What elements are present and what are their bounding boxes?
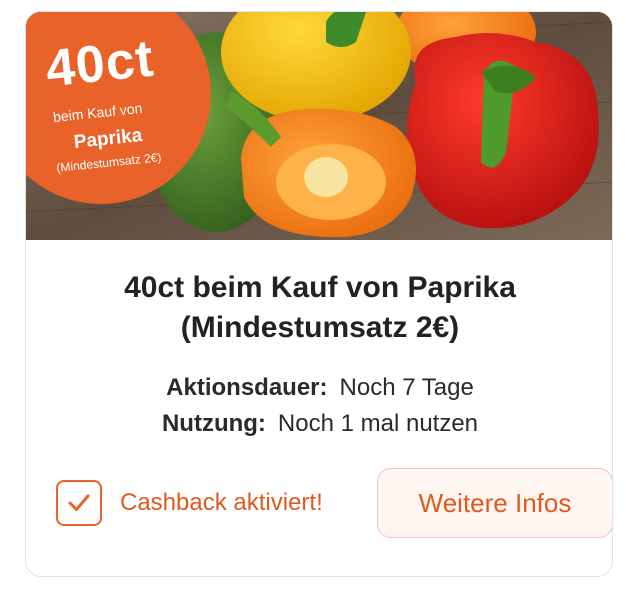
offer-title: 40ct beim Kauf von Paprika (Mindestumsat… bbox=[26, 268, 612, 348]
more-info-button[interactable]: Weitere Infos bbox=[377, 468, 612, 538]
duration-row: Aktionsdauer: Noch 7 Tage bbox=[26, 370, 612, 406]
offer-details: Aktionsdauer: Noch 7 Tage Nutzung: Noch … bbox=[26, 370, 612, 442]
cashback-label: Cashback aktiviert! bbox=[120, 489, 323, 516]
duration-label: Aktionsdauer: bbox=[166, 374, 328, 401]
duration-value: Noch 7 Tage bbox=[339, 374, 474, 401]
usage-value: Noch 1 mal nutzen bbox=[277, 410, 479, 437]
badge-product: Paprika bbox=[72, 124, 144, 154]
offer-title-line1: 40ct beim Kauf von Paprika bbox=[124, 271, 516, 304]
usage-row: Nutzung: Noch 1 mal nutzen bbox=[26, 406, 612, 442]
usage-label: Nutzung: bbox=[161, 410, 266, 437]
offer-card: 40ct beim Kauf von Paprika (Mindestumsat… bbox=[25, 11, 613, 577]
check-icon bbox=[68, 494, 90, 511]
badge-subtitle: beim Kauf von bbox=[52, 99, 144, 126]
offer-image: 40ct beim Kauf von Paprika (Mindestumsat… bbox=[26, 12, 612, 240]
badge-minimum: (Mindestumsatz 2€) bbox=[55, 150, 163, 176]
cashback-status[interactable]: Cashback aktiviert! bbox=[56, 480, 323, 526]
badge-amount: 40ct bbox=[43, 29, 157, 99]
cashback-checkbox[interactable] bbox=[56, 480, 102, 526]
offer-title-line2: (Mindestumsatz 2€) bbox=[180, 311, 460, 344]
